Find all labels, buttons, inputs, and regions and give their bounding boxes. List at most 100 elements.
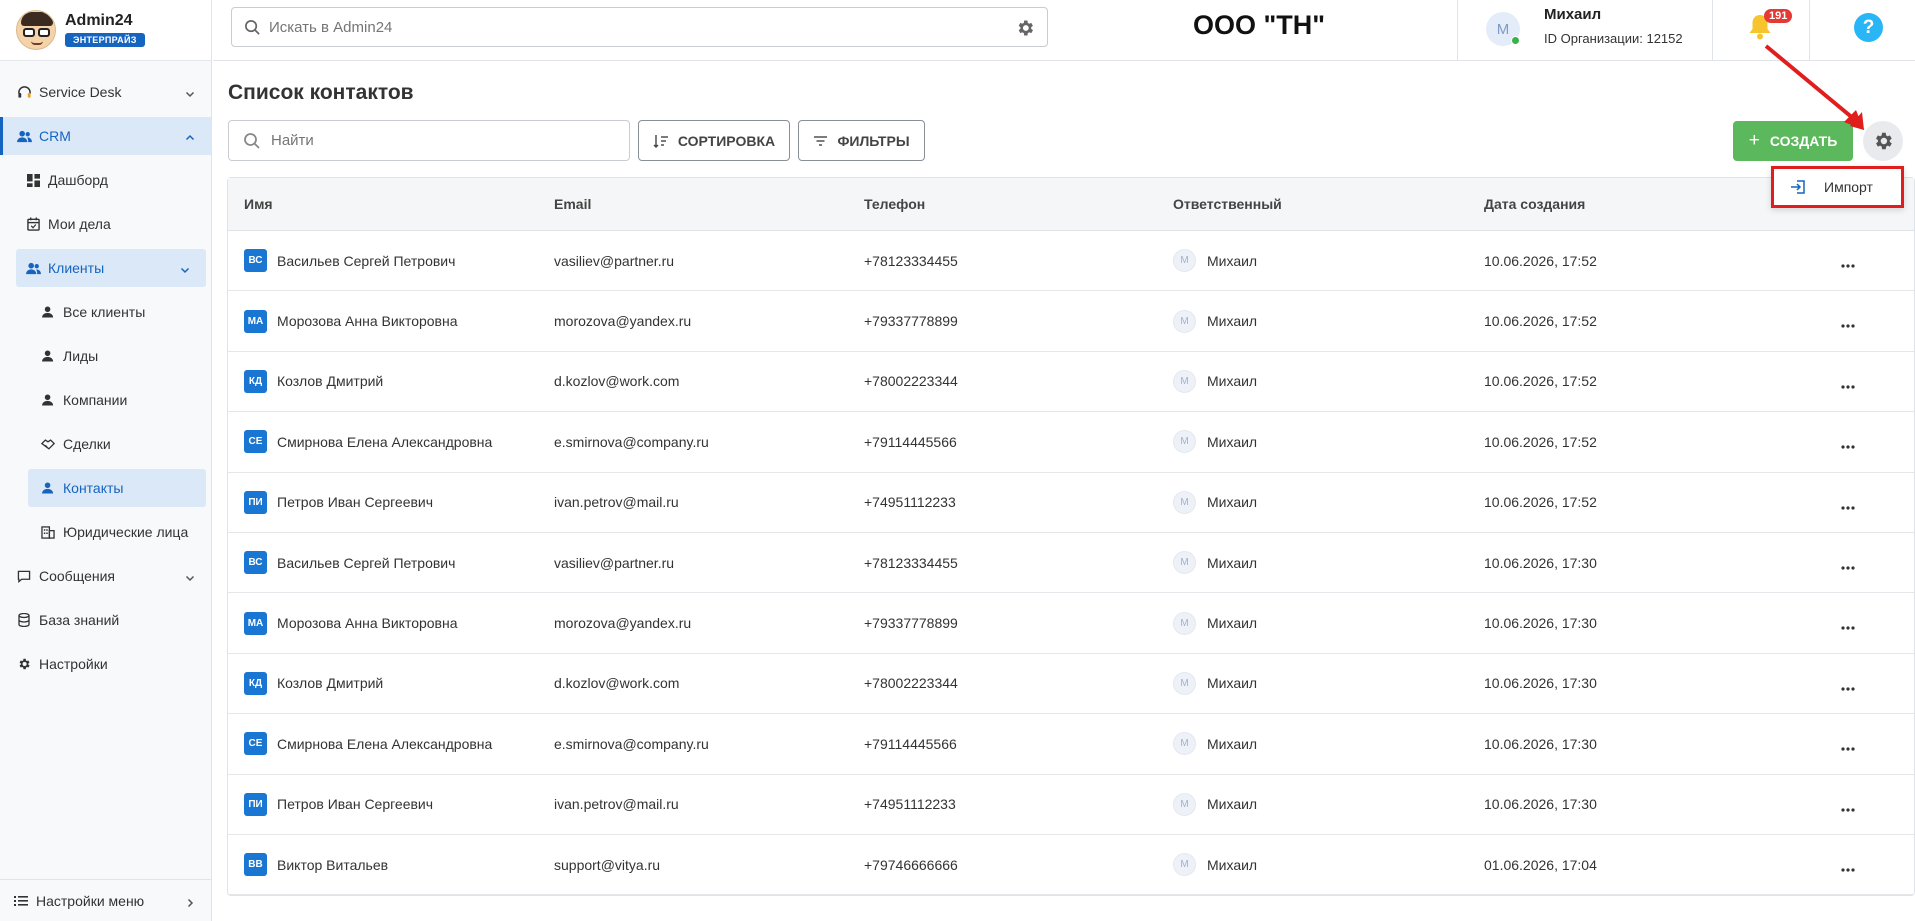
contact-phone: +79114445566 xyxy=(864,433,957,450)
sidebar-item-service-desk[interactable]: Service Desk xyxy=(0,73,211,111)
responsible-name: Михаил xyxy=(1207,675,1258,692)
responsible-cell: М Михаил xyxy=(1173,792,1257,816)
table-row[interactable]: МА Морозова Анна Викторовна morozova@yan… xyxy=(228,291,1914,352)
contact-name-cell[interactable]: КД Козлов Дмитрий xyxy=(244,369,383,393)
contact-name-cell[interactable]: МА Морозова Анна Викторовна xyxy=(244,309,458,333)
chevron-down-icon xyxy=(180,262,190,278)
sidebar-item-label: Контакты xyxy=(63,480,124,496)
sidebar-item-companies[interactable]: Компании xyxy=(0,381,211,419)
table-row[interactable]: СЕ Смирнова Елена Александровна e.smirno… xyxy=(228,714,1914,775)
table-row[interactable]: ПИ Петров Иван Сергеевич ivan.petrov@mai… xyxy=(228,775,1914,835)
sort-button[interactable]: СОРТИРОВКА xyxy=(638,120,790,161)
organization-name: ООО "ТН" xyxy=(1193,10,1326,40)
sidebar-item-deals[interactable]: Сделки xyxy=(0,425,211,463)
more-actions-icon[interactable] xyxy=(1841,255,1855,271)
more-actions-icon[interactable] xyxy=(1841,859,1855,875)
more-actions-icon[interactable] xyxy=(1841,617,1855,633)
contact-name-cell[interactable]: СЕ Смирнова Елена Александровна xyxy=(244,732,492,756)
more-actions-icon[interactable] xyxy=(1841,436,1855,452)
contact-name-cell[interactable]: СЕ Смирнова Елена Александровна xyxy=(244,430,492,454)
contact-name-cell[interactable]: ПИ Петров Иван Сергеевич xyxy=(244,792,433,816)
table-row[interactable]: МА Морозова Анна Викторовна morozova@yan… xyxy=(228,593,1914,654)
responsible-cell: М Михаил xyxy=(1173,249,1257,273)
sidebar-item-label: CRM xyxy=(39,128,71,144)
sidebar-item-dashboard[interactable]: Дашборд xyxy=(0,161,211,199)
search-icon xyxy=(244,19,261,36)
sidebar-item-settings[interactable]: Настройки xyxy=(0,645,211,683)
table-row[interactable]: ПИ Петров Иван Сергеевич ivan.petrov@mai… xyxy=(228,473,1914,533)
more-actions-icon[interactable] xyxy=(1841,678,1855,694)
column-header-created-date[interactable]: Дата создания xyxy=(1484,196,1585,212)
contact-avatar: ВС xyxy=(244,249,267,273)
more-actions-icon[interactable] xyxy=(1841,497,1855,513)
contact-avatar: КД xyxy=(244,671,267,695)
responsible-cell: М Михаил xyxy=(1173,853,1257,877)
user-profile[interactable]: М Михаил ID Организации: 12152 xyxy=(1457,0,1712,60)
created-date: 10.06.2026, 17:52 xyxy=(1484,373,1597,390)
global-search[interactable] xyxy=(231,7,1048,47)
sidebar-item-label: Мои дела xyxy=(48,216,111,232)
filter-button[interactable]: ФИЛЬТРЫ xyxy=(798,120,925,161)
more-actions-icon[interactable] xyxy=(1841,315,1855,331)
notification-count-badge: 191 xyxy=(1764,9,1793,23)
sidebar-item-my-tasks[interactable]: Мои дела xyxy=(0,205,211,243)
created-date: 10.06.2026, 17:30 xyxy=(1484,554,1597,571)
import-label: Импорт xyxy=(1824,179,1873,195)
more-actions-icon[interactable] xyxy=(1841,557,1855,573)
search-settings-gear-icon[interactable] xyxy=(1015,18,1035,43)
app: Admin24 ЭНТЕРПРАЙЗ Service Desk CRM Дашб… xyxy=(0,0,1915,921)
contact-phone: +78123334455 xyxy=(864,554,958,571)
more-actions-icon[interactable] xyxy=(1841,376,1855,392)
menu-settings-button[interactable]: Настройки меню xyxy=(0,879,211,921)
import-menu-item[interactable]: Импорт xyxy=(1771,166,1904,208)
avatar: М xyxy=(1173,430,1196,454)
more-actions-icon[interactable] xyxy=(1841,799,1855,815)
help-button[interactable]: ? xyxy=(1854,13,1883,42)
sidebar-item-knowledge-base[interactable]: База знаний xyxy=(0,601,211,639)
table-row[interactable]: ВС Васильев Сергей Петрович vasiliev@par… xyxy=(228,231,1914,292)
sidebar-item-all-clients[interactable]: Все клиенты xyxy=(0,293,211,331)
sidebar-item-messages[interactable]: Сообщения xyxy=(0,557,211,595)
filter-icon xyxy=(813,135,828,147)
building-icon xyxy=(40,524,56,540)
person-icon xyxy=(40,348,56,364)
contact-email: ivan.petrov@mail.ru xyxy=(554,494,679,511)
plus-icon: + xyxy=(1748,130,1760,151)
sidebar-item-crm[interactable]: CRM xyxy=(0,117,211,155)
table-row[interactable]: ВВ Виктор Витальев support@vitya.ru +797… xyxy=(228,835,1914,896)
contact-email: e.smirnova@company.ru xyxy=(554,735,709,752)
sidebar-item-label: Сделки xyxy=(63,436,111,452)
brand[interactable]: Admin24 ЭНТЕРПРАЙЗ xyxy=(0,0,211,61)
contact-name-cell[interactable]: ВС Васильев Сергей Петрович xyxy=(244,551,455,575)
column-header-name[interactable]: Имя xyxy=(244,196,273,212)
contacts-search[interactable] xyxy=(228,120,630,161)
responsible-name: Михаил xyxy=(1207,615,1258,632)
sidebar-item-label: Компании xyxy=(63,392,128,408)
table-row[interactable]: КД Козлов Дмитрий d.kozlov@work.com +780… xyxy=(228,654,1914,715)
contact-name-cell[interactable]: ПИ Петров Иван Сергеевич xyxy=(244,490,433,514)
sidebar-item-legal-entities[interactable]: Юридические лица xyxy=(0,513,211,551)
table-row[interactable]: КД Козлов Дмитрий d.kozlov@work.com +780… xyxy=(228,352,1914,413)
column-header-responsible[interactable]: Ответственный xyxy=(1173,196,1282,212)
contact-name-cell[interactable]: ВС Васильев Сергей Петрович xyxy=(244,249,455,273)
global-search-input[interactable] xyxy=(269,18,989,36)
avatar: М xyxy=(1173,853,1196,877)
column-header-phone[interactable]: Телефон xyxy=(864,196,925,212)
avatar: М xyxy=(1173,732,1196,756)
more-actions-icon[interactable] xyxy=(1841,738,1855,754)
table-row[interactable]: СЕ Смирнова Елена Александровна e.smirno… xyxy=(228,412,1914,473)
sidebar-item-clients[interactable]: Клиенты xyxy=(16,249,206,287)
filter-label: ФИЛЬТРЫ xyxy=(837,132,910,149)
sidebar-item-contacts[interactable]: Контакты xyxy=(28,469,206,507)
contact-email: morozova@yandex.ru xyxy=(554,615,692,632)
contacts-search-input[interactable] xyxy=(271,132,611,149)
contact-name-cell[interactable]: КД Козлов Дмитрий xyxy=(244,671,383,695)
contact-name-cell[interactable]: МА Морозова Анна Викторовна xyxy=(244,611,458,635)
contact-email: vasiliev@partner.ru xyxy=(554,554,675,571)
page-title: Список контактов xyxy=(228,81,414,104)
contact-name-cell[interactable]: ВВ Виктор Витальев xyxy=(244,853,388,877)
list-icon xyxy=(14,895,28,907)
sidebar-item-leads[interactable]: Лиды xyxy=(0,337,211,375)
table-row[interactable]: ВС Васильев Сергей Петрович vasiliev@par… xyxy=(228,533,1914,594)
column-header-email[interactable]: Email xyxy=(554,196,591,212)
